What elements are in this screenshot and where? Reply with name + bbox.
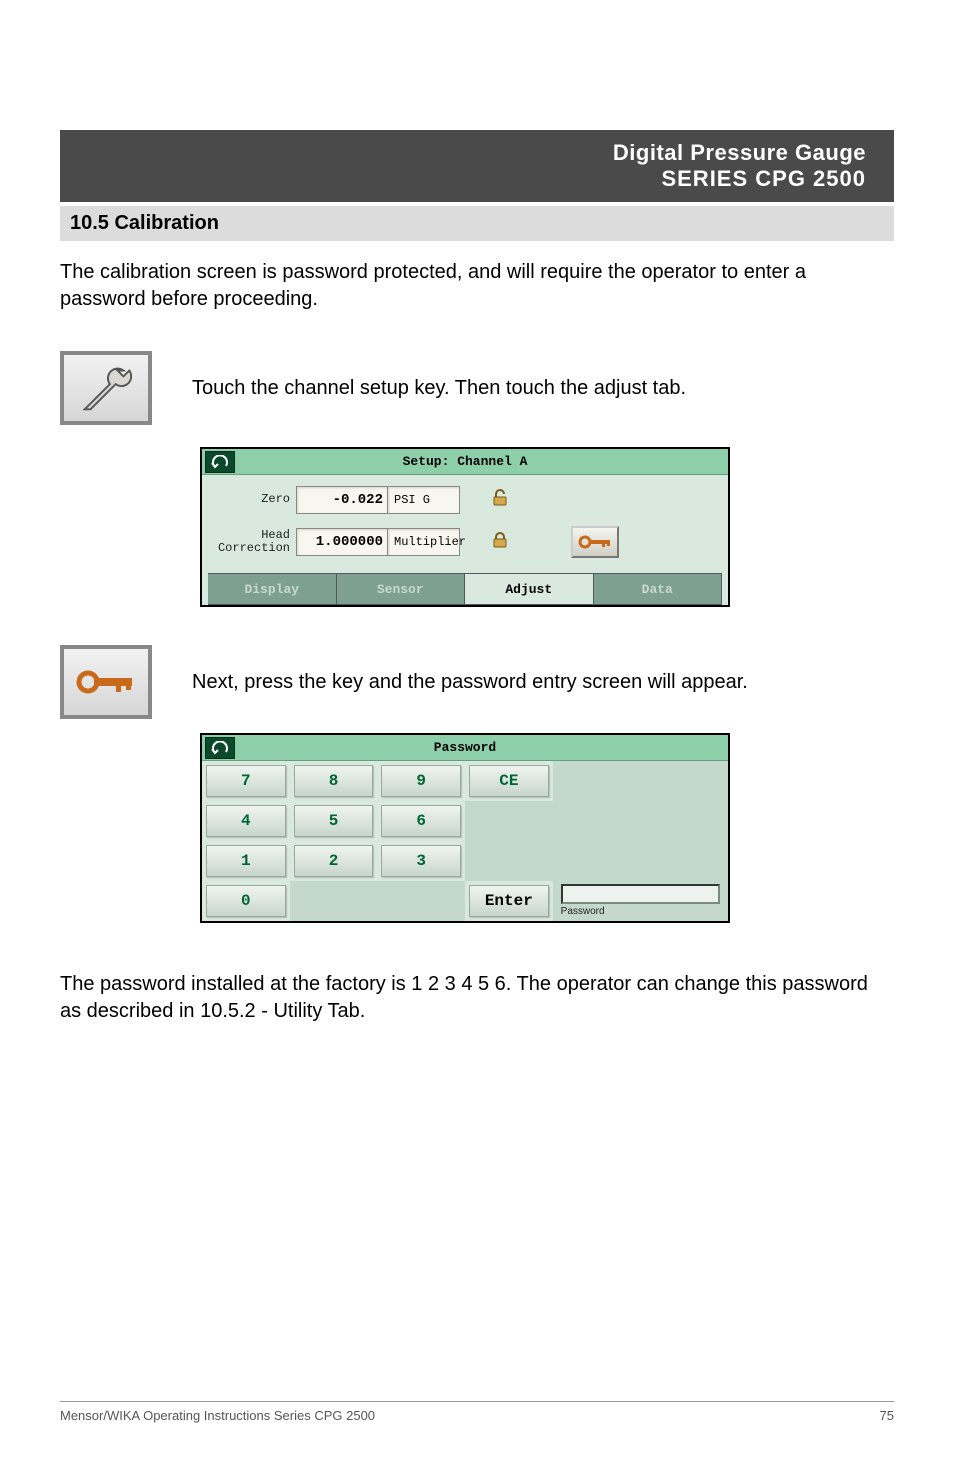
footer-left: Mensor/WIKA Operating Instructions Serie… [60, 1408, 375, 1423]
keypad-ce[interactable]: CE [469, 765, 549, 797]
password-entry-area: Password [553, 841, 728, 921]
head-unit[interactable]: Multiplier [388, 528, 460, 556]
head-row: Head Correction 1.000000 Multiplier [208, 525, 722, 559]
step2-text: Next, press the key and the password ent… [192, 671, 748, 694]
head-label: Head Correction [208, 529, 296, 555]
tab-sensor[interactable]: Sensor [337, 573, 466, 605]
tab-adjust[interactable]: Adjust [465, 573, 594, 605]
back-icon[interactable] [205, 451, 235, 473]
blank-cell [465, 841, 553, 881]
password-input[interactable] [561, 884, 720, 904]
closing-paragraph: The password installed at the factory is… [60, 971, 894, 1025]
keypad-2[interactable]: 2 [294, 845, 374, 877]
keypad-1[interactable]: 1 [206, 845, 286, 877]
zero-value[interactable]: -0.022 [296, 486, 388, 514]
tab-data[interactable]: Data [594, 573, 723, 605]
blank-cell [290, 881, 465, 921]
blank-cell [465, 801, 553, 841]
keypad-8[interactable]: 8 [294, 765, 374, 797]
keypad-5[interactable]: 5 [294, 805, 374, 837]
step2-row: Next, press the key and the password ent… [60, 645, 894, 719]
step1-text: Touch the channel setup key. Then touch … [192, 377, 686, 400]
password-screen: Password 7 8 9 CE 4 5 6 1 2 3 [200, 733, 730, 923]
setup-channel-screen: Setup: Channel A Zero -0.022 PSI G [200, 447, 730, 607]
footer-page-number: 75 [880, 1408, 894, 1423]
keypad-7[interactable]: 7 [206, 765, 286, 797]
password-title: Password [434, 740, 496, 755]
setup-tabs: Display Sensor Adjust Data [208, 573, 722, 605]
keypad-9[interactable]: 9 [381, 765, 461, 797]
calibration-key-button[interactable] [571, 526, 619, 558]
page-footer: Mensor/WIKA Operating Instructions Serie… [60, 1401, 894, 1423]
password-label: Password [561, 906, 720, 917]
back-icon[interactable] [205, 737, 235, 759]
head-value[interactable]: 1.000000 [296, 528, 388, 556]
wrench-icon [60, 351, 152, 425]
blank-cell [553, 801, 728, 841]
zero-label: Zero [208, 493, 296, 506]
password-titlebar: Password [202, 735, 728, 761]
keypad-0[interactable]: 0 [206, 885, 286, 917]
keypad-3[interactable]: 3 [381, 845, 461, 877]
zero-unit[interactable]: PSI G [388, 486, 460, 514]
key-icon [60, 645, 152, 719]
section-title: 10.5 Calibration [60, 206, 894, 241]
zero-row: Zero -0.022 PSI G [208, 483, 722, 517]
lock-icon[interactable] [491, 531, 509, 554]
header-line2: SERIES CPG 2500 [70, 166, 866, 192]
unlock-icon[interactable] [491, 489, 509, 512]
keypad-6[interactable]: 6 [381, 805, 461, 837]
setup-titlebar: Setup: Channel A [202, 449, 728, 475]
keypad-4[interactable]: 4 [206, 805, 286, 837]
header-line1: Digital Pressure Gauge [70, 140, 866, 166]
tab-display[interactable]: Display [208, 573, 337, 605]
intro-paragraph: The calibration screen is password prote… [60, 259, 894, 313]
step1-row: Touch the channel setup key. Then touch … [60, 351, 894, 425]
setup-title: Setup: Channel A [403, 454, 528, 469]
blank-cell [553, 761, 728, 801]
keypad-enter[interactable]: Enter [469, 885, 549, 917]
page-header: Digital Pressure Gauge SERIES CPG 2500 [60, 130, 894, 202]
